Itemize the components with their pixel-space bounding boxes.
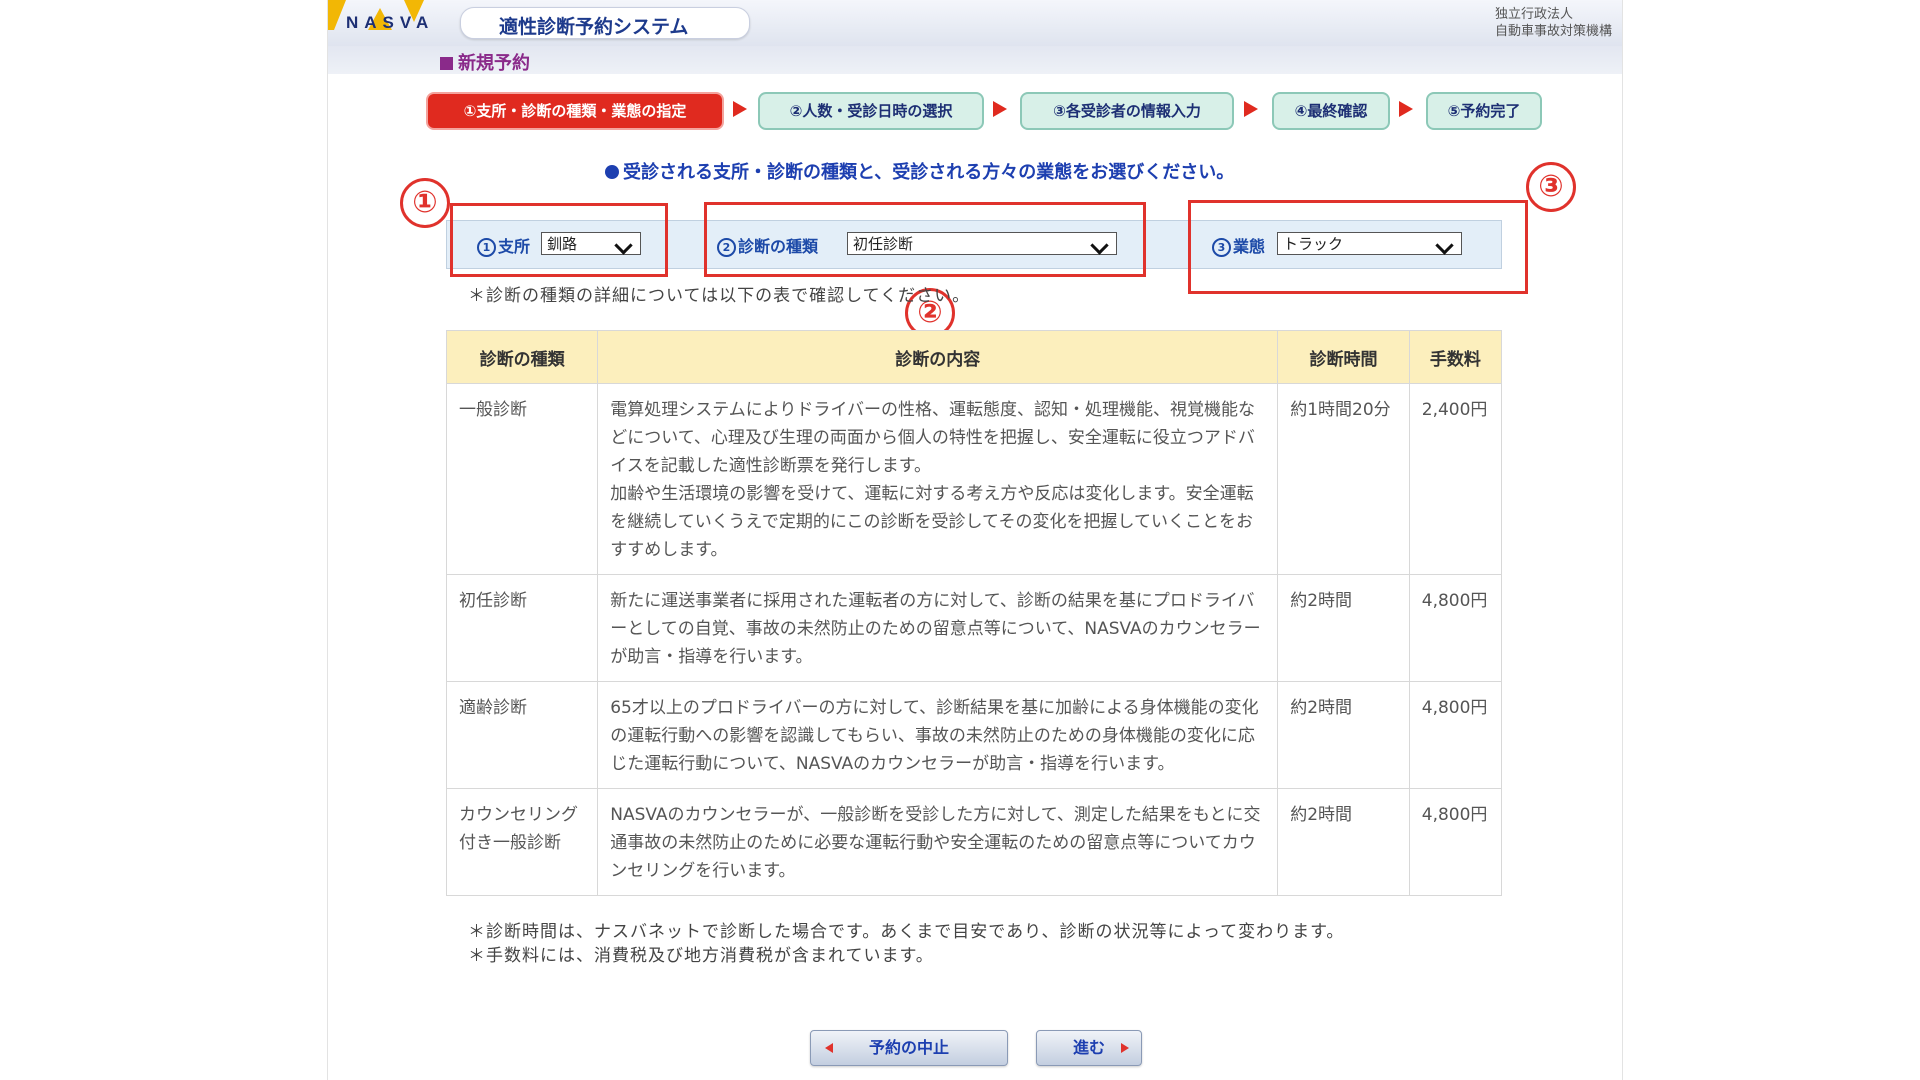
content-paragraph: 電算処理システムによりドライバーの性格、運転態度、認知・処理機能、視覚機能などに… <box>610 400 1256 476</box>
step-label: ④最終確認 <box>1294 102 1368 120</box>
step-arrow-icon <box>1244 101 1258 117</box>
next-button[interactable]: 進む <box>1036 1030 1142 1066</box>
header-fee: 手数料 <box>1408 330 1503 384</box>
progress-steps: ①支所・診断の種類・業態の指定 ②人数・受診日時の選択 ③各受診者の情報入力 ④… <box>328 92 1622 130</box>
logo-text: NASVA <box>346 13 435 32</box>
step-arrow-icon <box>993 101 1007 117</box>
callout-3: ③ <box>1526 162 1576 212</box>
square-icon <box>440 57 453 70</box>
section-title-text: 新規予約 <box>458 53 530 74</box>
cancel-button-label: 予約の中止 <box>868 1038 949 1057</box>
cell-time: 約1時間20分 <box>1277 383 1410 575</box>
cell-fee: 4,800円 <box>1408 788 1503 896</box>
section-title: 新規予約 <box>440 49 530 75</box>
step-label: ①支所・診断の種類・業態の指定 <box>463 102 687 120</box>
cell-content: 65才以上のプロドライバーの方に対して、診断結果を基に加齢による身体機能の変化の… <box>597 681 1279 789</box>
table-row: カウンセリング付き一般診断 NASVAのカウンセラーが、一般診断を受診した方に対… <box>445 788 1503 896</box>
header-time: 診断時間 <box>1277 330 1410 384</box>
step-label: ③各受診者の情報入力 <box>1053 102 1201 120</box>
bullet-dot-icon <box>605 165 619 179</box>
instruction-text: 受診される支所・診断の種類と、受診される方々の業態をお選びください。 <box>605 158 1234 184</box>
cell-fee: 2,400円 <box>1408 383 1503 575</box>
cell-type: 適齢診断 <box>445 681 599 789</box>
highlight-frame-3 <box>1188 200 1528 294</box>
highlight-frame-1 <box>450 203 668 277</box>
cell-type: 一般診断 <box>445 383 599 575</box>
cell-time: 約2時間 <box>1277 681 1410 789</box>
step-1: ①支所・診断の種類・業態の指定 <box>426 92 724 130</box>
table-row: 適齢診断 65才以上のプロドライバーの方に対して、診断結果を基に加齢による身体機… <box>445 681 1503 789</box>
footnote-time: ＊診断時間は、ナスバネットで診断した場合です。あくまで目安であり、診断の状況等に… <box>468 922 1345 942</box>
organization-name: 独立行政法人 自動車事故対策機構 <box>1495 6 1612 40</box>
table-note: ＊診断の種類の詳細については以下の表で確認してください。 <box>468 286 971 306</box>
cell-time: 約2時間 <box>1277 788 1410 896</box>
callout-1: ① <box>400 178 450 228</box>
next-button-label: 進む <box>1072 1038 1105 1057</box>
step-label: ⑤予約完了 <box>1447 102 1521 120</box>
table-row: 初任診断 新たに運送事業者に採用された運転者の方に対して、診断の結果を基にプロド… <box>445 574 1503 682</box>
header-type: 診断の種類 <box>445 330 599 384</box>
arrow-left-icon <box>825 1043 833 1053</box>
arrow-right-icon <box>1121 1043 1129 1053</box>
step-arrow-icon <box>733 101 747 117</box>
step-3: ③各受診者の情報入力 <box>1020 92 1234 130</box>
table-row: 一般診断 電算処理システムによりドライバーの性格、運転態度、認知・処理機能、視覚… <box>445 383 1503 575</box>
instruction-label: 受診される支所・診断の種類と、受診される方々の業態をお選びください。 <box>623 162 1235 183</box>
step-label: ②人数・受診日時の選択 <box>789 102 953 120</box>
app-header: NASVA 適性診断予約システム 独立行政法人 自動車事故対策機構 <box>328 0 1622 46</box>
header-content: 診断の内容 <box>597 330 1279 384</box>
highlight-frame-2 <box>704 202 1146 277</box>
section-header: 新規予約 <box>328 46 1622 74</box>
table-header-row: 診断の種類 診断の内容 診断時間 手数料 <box>445 330 1503 384</box>
cell-content: NASVAのカウンセラーが、一般診断を受診した方に対して、測定した結果をもとに交… <box>597 788 1279 896</box>
org-line-1: 独立行政法人 <box>1494 7 1573 22</box>
cancel-reservation-button[interactable]: 予約の中止 <box>810 1030 1008 1066</box>
cell-type: 初任診断 <box>445 574 599 682</box>
nasva-logo: NASVA <box>328 0 448 46</box>
cell-fee: 4,800円 <box>1408 681 1503 789</box>
step-2: ②人数・受診日時の選択 <box>758 92 984 130</box>
step-4: ④最終確認 <box>1272 92 1390 130</box>
cell-time: 約2時間 <box>1277 574 1410 682</box>
step-arrow-icon <box>1399 101 1413 117</box>
step-5: ⑤予約完了 <box>1426 92 1542 130</box>
cell-type: カウンセリング付き一般診断 <box>445 788 599 896</box>
org-line-2: 自動車事故対策機構 <box>1494 24 1612 39</box>
cell-content: 新たに運送事業者に採用された運転者の方に対して、診断の結果を基にプロドライバーと… <box>597 574 1279 682</box>
footnote-fee: ＊手数料には、消費税及び地方消費税が含まれています。 <box>468 946 934 966</box>
content-paragraph: 加齢や生活環境の影響を受けて、運転に対する考え方や反応は変化します。安全運転を継… <box>610 484 1254 560</box>
cell-fee: 4,800円 <box>1408 574 1503 682</box>
system-title-tab: 適性診断予約システム <box>460 7 750 39</box>
system-title: 適性診断予約システム <box>499 16 689 38</box>
page: NASVA 適性診断予約システム 独立行政法人 自動車事故対策機構 新規予約 ①… <box>327 0 1623 1080</box>
cell-content: 電算処理システムによりドライバーの性格、運転態度、認知・処理機能、視覚機能などに… <box>597 383 1279 575</box>
footnotes: ＊診断時間は、ナスバネットで診断した場合です。あくまで目安であり、診断の状況等に… <box>468 920 1468 968</box>
diagnosis-table: 診断の種類 診断の内容 診断時間 手数料 一般診断 電算処理システムによりドライ… <box>445 330 1503 896</box>
